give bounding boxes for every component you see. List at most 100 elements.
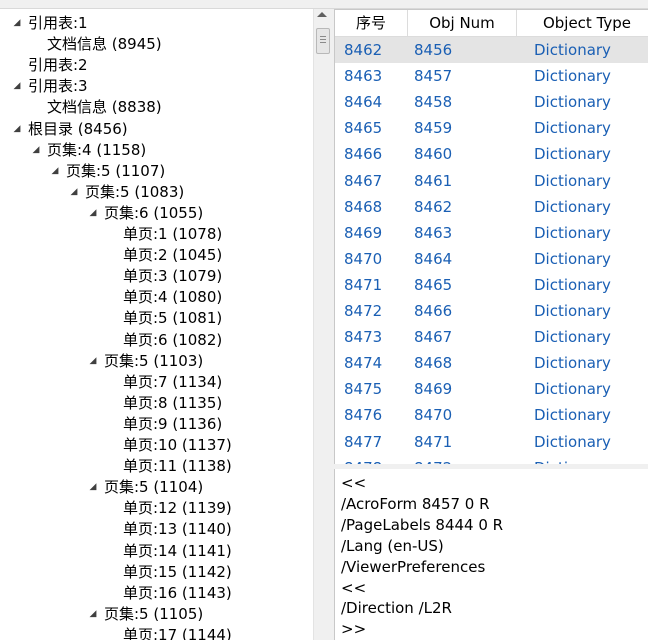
- tree-node[interactable]: ◢ 页集:6 (1055): [0, 203, 313, 224]
- table-row[interactable]: 8468 8462 Dictionary: [335, 194, 648, 220]
- tree-node-label: 单页:10 (1137): [123, 436, 232, 454]
- tree-node[interactable]: 单页:2 (1045): [0, 245, 313, 266]
- object-tree[interactable]: ◢ 引用表:1 文档信息 (8945) 引用表:2 ◢ 引用表:3 文档信息 (8838) ◢…: [0, 9, 331, 640]
- object-detail-text[interactable]: << /AcroForm 8457 0 R/PageLabels 8444 0 R…: [334, 469, 648, 640]
- tree-node[interactable]: 单页:14 (1141): [0, 541, 313, 562]
- triangle-expanded-icon[interactable]: ◢: [86, 351, 100, 372]
- column-header-object-type[interactable]: Object Type: [517, 10, 648, 36]
- tree-node-label: 单页:8 (1135): [123, 393, 223, 412]
- cell-obj-num: 8471: [414, 432, 453, 451]
- tree-node[interactable]: 单页:4 (1080): [0, 287, 313, 308]
- cell-index: 8463: [344, 67, 383, 86]
- triangle-expanded-icon[interactable]: ◢: [48, 161, 62, 182]
- cell-object-type: Dictionary: [534, 171, 611, 190]
- tree-node-label: 单页:7 (1134): [123, 372, 223, 391]
- table-row[interactable]: 8476 8470 Dictionary: [335, 402, 648, 428]
- tree-node[interactable]: 单页:3 (1079): [0, 266, 313, 287]
- tree-node-label: 页集:6 (1055): [104, 203, 204, 222]
- detail-text-line: /ViewerPreferences: [341, 557, 486, 576]
- tree-node[interactable]: ◢ 页集:5 (1083): [0, 182, 313, 203]
- tree-node[interactable]: 文档信息 (8945): [0, 34, 313, 55]
- table-row[interactable]: 8474 8468 Dictionary: [335, 350, 648, 376]
- detail-text-line: /Lang (en-US): [341, 536, 444, 555]
- tree-node-label: 文档信息 (8838): [47, 98, 162, 117]
- triangle-expanded-icon[interactable]: ◢: [86, 477, 100, 498]
- tree-node[interactable]: 单页:6 (1082): [0, 330, 313, 351]
- tree-node[interactable]: ◢ 页集:5 (1105): [0, 604, 313, 625]
- tree-node-label: 页集:5 (1104): [104, 478, 204, 497]
- table-row[interactable]: 8466 8460 Dictionary: [335, 141, 648, 167]
- tree-node[interactable]: 单页:8 (1135): [0, 393, 313, 414]
- triangle-expanded-icon[interactable]: ◢: [10, 13, 24, 34]
- tree-node[interactable]: 单页:11 (1138): [0, 456, 313, 477]
- tree-node-label: 页集:5 (1107): [66, 161, 166, 180]
- table-row[interactable]: 8470 8464 Dictionary: [335, 246, 648, 272]
- column-header-obj-num[interactable]: Obj Num: [408, 10, 517, 36]
- tree-node[interactable]: 单页:10 (1137): [0, 435, 313, 456]
- cell-object-type: Dictionary: [534, 41, 611, 59]
- tree-node-label: 单页:14 (1141): [123, 541, 232, 560]
- triangle-expanded-icon[interactable]: ◢: [10, 119, 24, 140]
- table-row[interactable]: 8463 8457 Dictionary: [335, 63, 648, 89]
- tree-node[interactable]: 单页:17 (1144): [0, 625, 313, 640]
- table-row[interactable]: 8462 8456 Dictionary: [335, 37, 648, 63]
- table-row[interactable]: 8469 8463 Dictionary: [335, 220, 648, 246]
- tree-node-label: 文档信息 (8945): [47, 35, 162, 54]
- table-row[interactable]: 8464 8458 Dictionary: [335, 89, 648, 115]
- tree-vertical-scrollbar[interactable]: [313, 9, 332, 640]
- cell-index: 8475: [344, 380, 383, 399]
- tree-node[interactable]: ◢ 页集:5 (1107): [0, 161, 313, 182]
- triangle-expanded-icon[interactable]: ◢: [86, 203, 100, 224]
- tree-node[interactable]: 引用表:2: [0, 55, 313, 76]
- scroll-up-arrow-icon[interactable]: [317, 12, 327, 17]
- table-row[interactable]: 8467 8461 Dictionary: [335, 168, 648, 194]
- tree-node[interactable]: ◢ 引用表:1: [0, 13, 313, 34]
- tree-node[interactable]: 单页:5 (1081): [0, 308, 313, 329]
- triangle-expanded-icon[interactable]: ◢: [67, 182, 81, 203]
- tree-node[interactable]: 单页:7 (1134): [0, 372, 313, 393]
- tree-node[interactable]: 单页:1 (1078): [0, 224, 313, 245]
- tree-node-label: 单页:2 (1045): [123, 246, 223, 265]
- tree-node[interactable]: ◢ 根目录 (8456): [0, 119, 313, 140]
- tree-node[interactable]: 单页:15 (1142): [0, 562, 313, 583]
- column-header-index[interactable]: 序号: [335, 10, 408, 36]
- tree-node-label: 单页:11 (1138): [123, 457, 232, 476]
- table-row[interactable]: 8473 8467 Dictionary: [335, 324, 648, 350]
- tree-node[interactable]: 文档信息 (8838): [0, 97, 313, 118]
- cell-object-type: Dictionary: [534, 67, 611, 86]
- tree-node[interactable]: 单页:12 (1139): [0, 498, 313, 519]
- triangle-expanded-icon[interactable]: ◢: [86, 604, 100, 625]
- table-row[interactable]: 8475 8469 Dictionary: [335, 376, 648, 402]
- cell-object-type: Dictionary: [534, 406, 611, 425]
- table-row[interactable]: 8477 8471 Dictionary: [335, 429, 648, 455]
- tree-node[interactable]: 单页:16 (1143): [0, 583, 313, 604]
- cell-obj-num: 8465: [414, 275, 453, 294]
- tree-node[interactable]: 单页:9 (1136): [0, 414, 313, 435]
- cell-obj-num: 8467: [414, 328, 453, 347]
- table-row[interactable]: 8471 8465 Dictionary: [335, 272, 648, 298]
- scrollbar-thumb[interactable]: [316, 28, 330, 54]
- tree-node[interactable]: 单页:13 (1140): [0, 519, 313, 540]
- table-row[interactable]: 8465 8459 Dictionary: [335, 115, 648, 141]
- cell-index: 8465: [344, 119, 383, 138]
- cell-object-type: Dictionary: [534, 275, 611, 294]
- tree-node[interactable]: ◢ 页集:5 (1104): [0, 477, 313, 498]
- tree-node-label: 引用表:2: [28, 56, 88, 75]
- tree-node[interactable]: ◢ 页集:5 (1103): [0, 351, 313, 372]
- tree-node-label: 页集:5 (1083): [85, 182, 185, 201]
- tree-node-label: 单页:6 (1082): [123, 330, 223, 349]
- detail-text-line: <<: [341, 578, 367, 597]
- tree-node-label: 单页:9 (1136): [123, 414, 223, 433]
- tree-node[interactable]: ◢ 页集:4 (1158): [0, 140, 313, 161]
- cell-index: 8470: [344, 249, 383, 268]
- cell-obj-num: 8461: [414, 171, 453, 190]
- triangle-expanded-icon[interactable]: ◢: [10, 76, 24, 97]
- cell-obj-num: 8470: [414, 406, 453, 425]
- detail-text-line: /AcroForm 8457 0 R: [341, 494, 490, 513]
- tree-node[interactable]: ◢ 引用表:3: [0, 76, 313, 97]
- table-row[interactable]: 8472 8466 Dictionary: [335, 298, 648, 324]
- cell-obj-num: 8456: [414, 41, 453, 59]
- object-table: 序号 Obj Num Object Type 8462 8456 Dictionar…: [334, 9, 648, 465]
- triangle-expanded-icon[interactable]: ◢: [29, 140, 43, 161]
- cell-index: 8474: [344, 354, 383, 373]
